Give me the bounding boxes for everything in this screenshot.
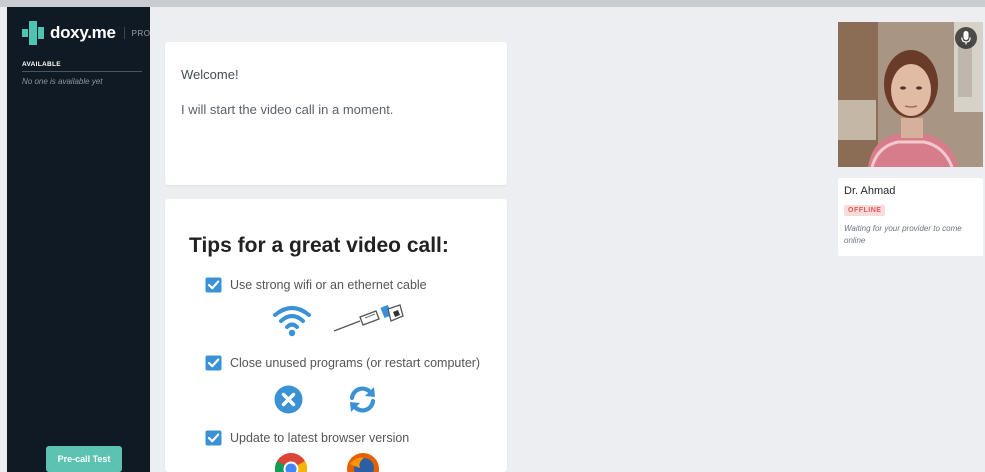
- microphone-button[interactable]: [955, 27, 977, 49]
- plan-label: PRO: [131, 28, 151, 38]
- welcome-card: Welcome! I will start the video call in …: [165, 42, 507, 185]
- checkbox-checked-icon: [205, 277, 222, 293]
- close-circle-icon: [274, 385, 303, 414]
- doxy-logo-icon: [22, 21, 44, 45]
- precall-test-button[interactable]: Pre-call Test: [46, 446, 122, 472]
- tip-text: Close unused programs (or restart comput…: [230, 356, 481, 370]
- checkbox-checked-icon: [205, 430, 222, 446]
- tips-title: Tips for a great video call:: [189, 234, 449, 257]
- microphone-icon: [961, 31, 971, 45]
- brand-name: doxy.me: [50, 23, 116, 42]
- status-badge: OFFLINE: [844, 205, 886, 216]
- tip-item: Update to latest browser version: [205, 430, 409, 446]
- refresh-icon: [349, 386, 376, 413]
- brand-divider: [123, 27, 125, 39]
- checkbox-checked-icon: [205, 355, 222, 371]
- tip-item: Close unused programs (or restart comput…: [205, 355, 480, 371]
- firefox-icon: [347, 453, 379, 472]
- provider-status-message: Waiting for your provider to come online: [844, 224, 962, 245]
- self-video-preview: [838, 22, 983, 167]
- available-heading: AVAILABLE: [22, 61, 61, 68]
- chrome-icon: [274, 453, 308, 472]
- tip-text: Use strong wifi or an ethernet cable: [230, 278, 427, 292]
- available-divider: [22, 71, 142, 72]
- brand-logo[interactable]: doxy.me PRO: [22, 21, 150, 45]
- wifi-icon: [273, 306, 311, 337]
- sidebar: doxy.me PRO AVAILABLE No one is availabl…: [7, 7, 150, 472]
- tip-text: Update to latest browser version: [230, 431, 410, 445]
- welcome-message: I will start the video call in a moment.: [181, 102, 394, 117]
- available-empty-text: No one is available yet: [22, 77, 103, 86]
- provider-card: Dr. Ahmad OFFLINE Waiting for your provi…: [838, 178, 983, 256]
- tip-item: Use strong wifi or an ethernet cable: [205, 277, 427, 293]
- ethernet-cable-icon: [333, 304, 404, 332]
- welcome-title: Welcome!: [181, 67, 239, 82]
- tips-card: Tips for a great video call: Use strong …: [165, 199, 507, 472]
- window-top-bar: [0, 0, 985, 7]
- provider-name: Dr. Ahmad: [844, 185, 896, 197]
